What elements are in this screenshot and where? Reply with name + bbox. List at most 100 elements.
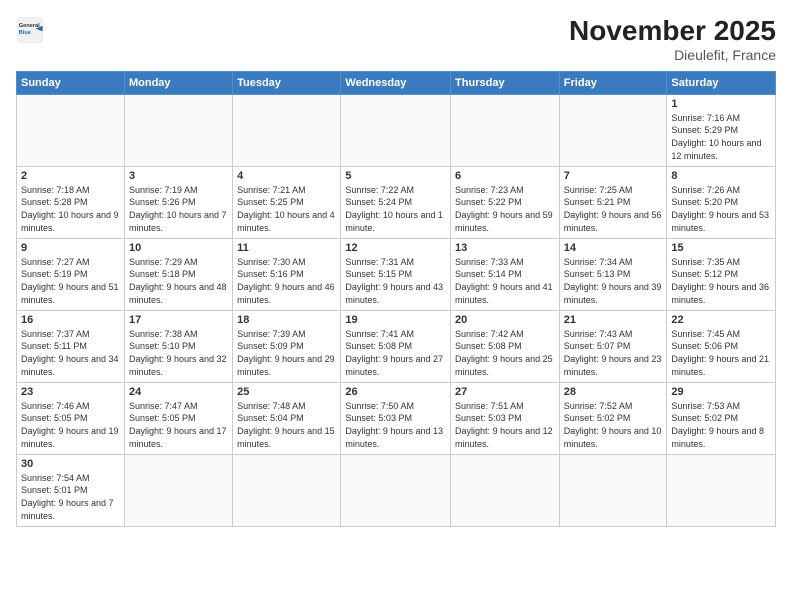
location: Dieulefit, France (569, 47, 776, 63)
day-info: Sunrise: 7:34 AM Sunset: 5:13 PM Dayligh… (564, 256, 663, 306)
day-info: Sunrise: 7:30 AM Sunset: 5:16 PM Dayligh… (237, 256, 336, 306)
day-cell (559, 94, 667, 166)
col-friday: Friday (559, 71, 667, 94)
col-wednesday: Wednesday (341, 71, 451, 94)
day-cell: 23Sunrise: 7:46 AM Sunset: 5:05 PM Dayli… (17, 382, 125, 454)
day-number: 20 (455, 314, 555, 326)
day-cell: 15Sunrise: 7:35 AM Sunset: 5:12 PM Dayli… (667, 238, 776, 310)
day-cell: 20 Sunrise: 7:42 AM Sunset: 5:08 PM Dayli… (451, 310, 560, 382)
week-row-3: 9Sunrise: 7:27 AM Sunset: 5:19 PM Daylig… (17, 238, 776, 310)
day-cell: 9Sunrise: 7:27 AM Sunset: 5:19 PM Daylig… (17, 238, 125, 310)
day-number: 21 (564, 314, 663, 326)
day-cell: 14 Sunrise: 7:34 AM Sunset: 5:13 PM Dayli… (559, 238, 667, 310)
day-number: 30 (21, 458, 120, 470)
month-title: November 2025 (569, 16, 776, 47)
week-row-2: 2Sunrise: 7:18 AM Sunset: 5:28 PM Daylig… (17, 166, 776, 238)
day-number: 4 (237, 170, 336, 182)
calendar-table: Sunday Monday Tuesday Wednesday Thursday… (16, 71, 776, 527)
logo-icon: General Blue (16, 16, 44, 44)
day-number: 12 (345, 242, 446, 254)
day-cell: 1Sunrise: 7:16 AM Sunset: 5:29 PM Daylig… (667, 94, 776, 166)
day-number: 17 (129, 314, 228, 326)
col-tuesday: Tuesday (233, 71, 341, 94)
day-cell: 10 Sunrise: 7:29 AM Sunset: 5:18 PM Dayli… (124, 238, 232, 310)
day-info: Sunrise: 7:42 AM Sunset: 5:08 PM Dayligh… (455, 328, 555, 378)
day-info: Sunrise: 7:38 AM Sunset: 5:10 PM Dayligh… (129, 328, 228, 378)
day-cell (451, 94, 560, 166)
logo: General Blue General Blue (16, 16, 44, 44)
day-info: Sunrise: 7:29 AM Sunset: 5:18 PM Dayligh… (129, 256, 228, 306)
day-cell: 24 Sunrise: 7:47 AM Sunset: 5:05 PM Dayli… (124, 382, 232, 454)
day-cell (233, 94, 341, 166)
day-cell: 3Sunrise: 7:19 AM Sunset: 5:26 PM Daylig… (124, 166, 232, 238)
day-cell: 11 Sunrise: 7:30 AM Sunset: 5:16 PM Dayli… (233, 238, 341, 310)
week-row-6: 30 Sunrise: 7:54 AM Sunset: 5:01 PM Dayli… (17, 454, 776, 526)
day-info: Sunrise: 7:33 AM Sunset: 5:14 PM Dayligh… (455, 256, 555, 306)
day-number: 5 (345, 170, 446, 182)
day-cell: 4 Sunrise: 7:21 AM Sunset: 5:25 PM Daylig… (233, 166, 341, 238)
col-thursday: Thursday (451, 71, 560, 94)
day-info: Sunrise: 7:26 AM Sunset: 5:20 PM Dayligh… (671, 184, 771, 234)
day-cell: 16Sunrise: 7:37 AM Sunset: 5:11 PM Dayli… (17, 310, 125, 382)
day-number: 11 (237, 242, 336, 254)
svg-text:Blue: Blue (19, 30, 31, 36)
day-number: 10 (129, 242, 228, 254)
day-cell: 2Sunrise: 7:18 AM Sunset: 5:28 PM Daylig… (17, 166, 125, 238)
day-cell: 25Sunrise: 7:48 AM Sunset: 5:04 PM Dayli… (233, 382, 341, 454)
day-number: 26 (345, 386, 446, 398)
day-cell: 17 Sunrise: 7:38 AM Sunset: 5:10 PM Dayli… (124, 310, 232, 382)
day-cell: 12Sunrise: 7:31 AM Sunset: 5:15 PM Dayli… (341, 238, 451, 310)
day-info: Sunrise: 7:21 AM Sunset: 5:25 PM Dayligh… (237, 184, 336, 234)
day-cell: 5 Sunrise: 7:22 AM Sunset: 5:24 PM Daylig… (341, 166, 451, 238)
day-cell: 6Sunrise: 7:23 AM Sunset: 5:22 PM Daylig… (451, 166, 560, 238)
day-cell: 8 Sunrise: 7:26 AM Sunset: 5:20 PM Daylig… (667, 166, 776, 238)
day-number: 25 (237, 386, 336, 398)
day-number: 6 (455, 170, 555, 182)
day-cell: 27 Sunrise: 7:51 AM Sunset: 5:03 PM Dayli… (451, 382, 560, 454)
day-number: 24 (129, 386, 228, 398)
day-cell: 26 Sunrise: 7:50 AM Sunset: 5:03 PM Dayli… (341, 382, 451, 454)
page-header: General Blue General Blue November 2025 … (16, 16, 776, 63)
day-info: Sunrise: 7:52 AM Sunset: 5:02 PM Dayligh… (564, 400, 663, 450)
day-number: 28 (564, 386, 663, 398)
week-row-4: 16Sunrise: 7:37 AM Sunset: 5:11 PM Dayli… (17, 310, 776, 382)
day-number: 22 (671, 314, 771, 326)
day-cell: 19Sunrise: 7:41 AM Sunset: 5:08 PM Dayli… (341, 310, 451, 382)
title-block: November 2025 Dieulefit, France (569, 16, 776, 63)
day-info: Sunrise: 7:39 AM Sunset: 5:09 PM Dayligh… (237, 328, 336, 378)
day-number: 27 (455, 386, 555, 398)
day-info: Sunrise: 7:53 AM Sunset: 5:02 PM Dayligh… (671, 400, 771, 450)
day-info: Sunrise: 7:19 AM Sunset: 5:26 PM Dayligh… (129, 184, 228, 234)
day-info: Sunrise: 7:51 AM Sunset: 5:03 PM Dayligh… (455, 400, 555, 450)
day-info: Sunrise: 7:22 AM Sunset: 5:24 PM Dayligh… (345, 184, 446, 234)
week-row-5: 23Sunrise: 7:46 AM Sunset: 5:05 PM Dayli… (17, 382, 776, 454)
day-cell (124, 454, 232, 526)
day-number: 8 (671, 170, 771, 182)
day-cell (341, 454, 451, 526)
day-cell (667, 454, 776, 526)
day-number: 2 (21, 170, 120, 182)
day-number: 23 (21, 386, 120, 398)
day-number: 14 (564, 242, 663, 254)
day-number: 9 (21, 242, 120, 254)
day-cell (17, 94, 125, 166)
col-saturday: Saturday (667, 71, 776, 94)
day-number: 13 (455, 242, 555, 254)
day-info: Sunrise: 7:41 AM Sunset: 5:08 PM Dayligh… (345, 328, 446, 378)
calendar-header-row: Sunday Monday Tuesday Wednesday Thursday… (17, 71, 776, 94)
day-number: 29 (671, 386, 771, 398)
day-info: Sunrise: 7:25 AM Sunset: 5:21 PM Dayligh… (564, 184, 663, 234)
day-number: 7 (564, 170, 663, 182)
day-info: Sunrise: 7:50 AM Sunset: 5:03 PM Dayligh… (345, 400, 446, 450)
day-cell: 22 Sunrise: 7:45 AM Sunset: 5:06 PM Dayli… (667, 310, 776, 382)
day-info: Sunrise: 7:47 AM Sunset: 5:05 PM Dayligh… (129, 400, 228, 450)
day-cell (341, 94, 451, 166)
day-info: Sunrise: 7:35 AM Sunset: 5:12 PM Dayligh… (671, 256, 771, 306)
day-info: Sunrise: 7:54 AM Sunset: 5:01 PM Dayligh… (21, 472, 120, 522)
day-info: Sunrise: 7:45 AM Sunset: 5:06 PM Dayligh… (671, 328, 771, 378)
day-cell: 30 Sunrise: 7:54 AM Sunset: 5:01 PM Dayli… (17, 454, 125, 526)
day-info: Sunrise: 7:16 AM Sunset: 5:29 PM Dayligh… (671, 112, 771, 162)
day-cell: 28 Sunrise: 7:52 AM Sunset: 5:02 PM Dayli… (559, 382, 667, 454)
day-cell (124, 94, 232, 166)
day-cell (233, 454, 341, 526)
